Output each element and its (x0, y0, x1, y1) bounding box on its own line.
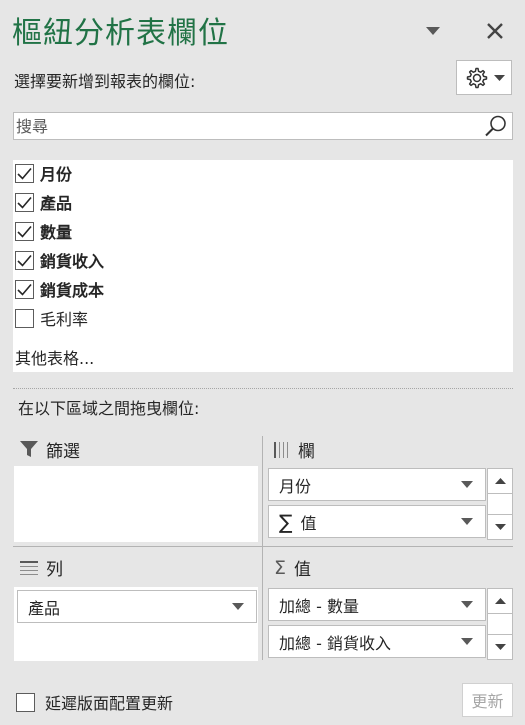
field-list: 月份 產品 數量 銷貨收入 銷貨成本 毛利率 (13, 160, 513, 372)
field-checkbox[interactable] (15, 192, 34, 212)
rows-area-header: 列 (20, 555, 63, 580)
chevron-down-icon[interactable] (461, 638, 473, 645)
values-field-pill-revenue[interactable]: 加總 - 銷貨收入 (268, 625, 486, 658)
rows-field-pill[interactable]: 產品 (17, 590, 257, 623)
chevron-down-icon (426, 27, 440, 35)
field-checkbox[interactable] (15, 279, 34, 299)
area-horizontal-separator (13, 546, 513, 547)
drag-fields-prompt: 在以下區域之間拖曳欄位: (18, 399, 200, 418)
chevron-down-icon[interactable] (232, 603, 244, 610)
field-search-input[interactable] (14, 113, 474, 139)
rows-area-label: 列 (46, 560, 63, 580)
values-drop-zone[interactable]: 加總 - 數量 加總 - 銷貨收入 (268, 586, 513, 661)
pill-label: 加總 - 銷貨收入 (279, 633, 391, 653)
field-item-product[interactable]: 產品 (15, 189, 72, 215)
gear-icon (466, 67, 487, 88)
field-checkbox[interactable] (15, 221, 34, 241)
scroll-down-button[interactable] (488, 635, 512, 659)
rows-icon (20, 560, 38, 575)
values-area-header: Σ 值 (274, 555, 312, 581)
field-item-cost-of-sales[interactable]: 銷貨成本 (15, 276, 104, 302)
field-checkbox[interactable] (15, 250, 34, 270)
defer-layout-checkbox[interactable] (16, 692, 35, 712)
sigma-icon: ∑ (279, 509, 293, 534)
area-vertical-separator (262, 436, 263, 660)
field-checkbox[interactable] (15, 308, 34, 328)
update-button[interactable]: 更新 (462, 683, 513, 717)
field-checkbox[interactable] (15, 163, 34, 183)
scroll-thumb[interactable] (488, 493, 512, 515)
close-button[interactable] (480, 16, 510, 46)
section-divider (13, 388, 513, 389)
checkmark-icon (17, 225, 32, 238)
chevron-down-icon[interactable] (461, 481, 473, 488)
scroll-down-button[interactable] (488, 515, 512, 539)
columns-area-header: 欄 (274, 437, 315, 462)
defer-layout-update[interactable]: 延遲版面配置更新 (16, 690, 173, 714)
pill-label: 產品 (28, 598, 61, 618)
columns-icon (274, 441, 288, 458)
chevron-down-icon[interactable] (461, 601, 473, 608)
task-pane-options-button[interactable] (420, 18, 446, 44)
chevron-up-icon (494, 598, 506, 604)
chevron-down-icon (494, 644, 506, 650)
chevron-down-icon[interactable] (461, 518, 473, 525)
filters-area-header: 篩選 (20, 437, 80, 462)
close-icon (487, 23, 503, 39)
checkmark-icon (17, 254, 32, 267)
field-item-quantity[interactable]: 數量 (15, 218, 72, 244)
field-list-settings-button[interactable] (456, 60, 512, 95)
defer-layout-label: 延遲版面配置更新 (45, 694, 174, 713)
scroll-up-button[interactable] (488, 589, 512, 613)
checkmark-icon (17, 196, 32, 209)
field-search-box[interactable] (13, 112, 513, 140)
checkmark-icon (17, 167, 32, 180)
more-tables-link[interactable]: 其他表格... (15, 345, 94, 369)
sigma-icon: Σ (274, 556, 287, 579)
field-label: 毛利率 (40, 310, 89, 329)
pill-label: 月份 (279, 476, 312, 496)
search-icon[interactable] (484, 114, 508, 138)
scroll-up-button[interactable] (488, 469, 512, 493)
columns-scrollbar[interactable] (487, 468, 513, 540)
pill-label-group: ∑ 值 (279, 510, 317, 534)
field-label: 銷貨成本 (40, 281, 105, 300)
field-label: 產品 (40, 194, 73, 213)
field-label: 數量 (40, 223, 73, 242)
field-item-month[interactable]: 月份 (15, 160, 72, 186)
columns-area-label: 欄 (298, 442, 315, 462)
values-area-label: 值 (294, 560, 312, 580)
filters-area-label: 篩選 (46, 442, 80, 462)
field-label: 銷貨收入 (40, 252, 105, 271)
field-item-gross-margin[interactable]: 毛利率 (15, 305, 88, 331)
field-label: 月份 (40, 165, 73, 184)
pane-title: 樞紐分析表欄位 (12, 16, 229, 51)
pill-label: 加總 - 數量 (279, 596, 359, 616)
filters-drop-zone[interactable] (14, 466, 258, 542)
checkmark-icon (17, 283, 32, 296)
chevron-down-icon (493, 74, 505, 81)
chevron-down-icon (494, 524, 506, 530)
field-item-sales-revenue[interactable]: 銷貨收入 (15, 247, 104, 273)
values-scrollbar[interactable] (487, 588, 513, 660)
rows-drop-zone[interactable]: 產品 (14, 587, 258, 661)
filter-icon (20, 441, 38, 457)
choose-fields-prompt: 選擇要新增到報表的欄位: (14, 72, 196, 91)
pill-label: 值 (300, 513, 317, 533)
columns-drop-zone[interactable]: 月份 ∑ 值 (268, 466, 513, 542)
values-field-pill-quantity[interactable]: 加總 - 數量 (268, 588, 486, 621)
columns-field-pill-month[interactable]: 月份 (268, 468, 486, 501)
scroll-thumb[interactable] (488, 613, 512, 635)
chevron-up-icon (494, 478, 506, 484)
columns-field-pill-values[interactable]: ∑ 值 (268, 505, 486, 538)
